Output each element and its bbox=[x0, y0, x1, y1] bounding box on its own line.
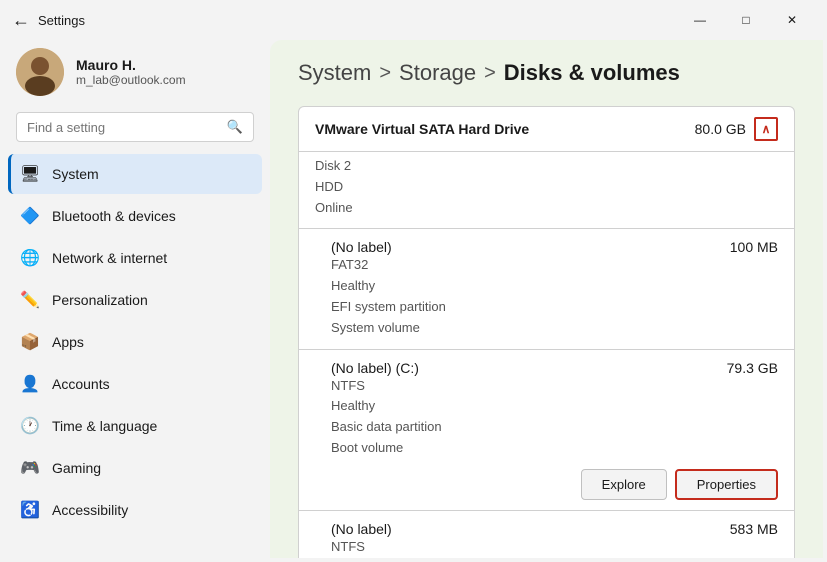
disk-header: VMware Virtual SATA Hard Drive 80.0 GB ∧ bbox=[298, 106, 795, 152]
sidebar-item-system[interactable]: 🖥 System bbox=[8, 154, 262, 194]
partition-2-header: (No label) (C:) 79.3 GB bbox=[331, 360, 778, 376]
partition-3-label: (No label) bbox=[331, 521, 392, 537]
minimize-button[interactable]: — bbox=[677, 4, 723, 36]
disk-size-row: 80.0 GB ∧ bbox=[695, 117, 778, 141]
partition-2-health: Healthy bbox=[331, 396, 778, 417]
partition-3-header: (No label) 583 MB bbox=[331, 521, 778, 537]
app-title: Settings bbox=[38, 13, 85, 28]
properties-button[interactable]: Properties bbox=[675, 469, 778, 500]
sidebar-label-time: Time & language bbox=[52, 418, 157, 434]
sidebar-label-bluetooth: Bluetooth & devices bbox=[52, 208, 176, 224]
personalization-icon: ✏️ bbox=[20, 290, 40, 310]
partition-2-label: (No label) (C:) bbox=[331, 360, 419, 376]
bluetooth-icon: 🔷 bbox=[20, 206, 40, 226]
accounts-icon: 👤 bbox=[20, 374, 40, 394]
gaming-icon: 🎮 bbox=[20, 458, 40, 478]
back-button[interactable]: ← bbox=[12, 10, 30, 31]
partition-1-size: 100 MB bbox=[730, 239, 778, 255]
sidebar-label-apps: Apps bbox=[52, 334, 84, 350]
sidebar-item-time[interactable]: 🕐 Time & language bbox=[8, 406, 262, 446]
disk-name: VMware Virtual SATA Hard Drive bbox=[315, 121, 529, 137]
partition-1-fs: FAT32 bbox=[331, 255, 778, 276]
sidebar-item-personalization[interactable]: ✏️ Personalization bbox=[8, 280, 262, 320]
sidebar-item-network[interactable]: 🌐 Network & internet bbox=[8, 238, 262, 278]
partition-2-size: 79.3 GB bbox=[727, 360, 778, 376]
network-icon: 🌐 bbox=[20, 248, 40, 268]
sidebar-item-accessibility[interactable]: ♿ Accessibility bbox=[8, 490, 262, 530]
time-icon: 🕐 bbox=[20, 416, 40, 436]
system-icon: 🖥 bbox=[20, 164, 40, 184]
breadcrumb-sep-2: > bbox=[484, 62, 496, 85]
sidebar-label-network: Network & internet bbox=[52, 250, 167, 266]
sidebar-item-bluetooth[interactable]: 🔷 Bluetooth & devices bbox=[8, 196, 262, 236]
main-panel: System > Storage > Disks & volumes VMwar… bbox=[270, 40, 823, 558]
sidebar-label-accessibility: Accessibility bbox=[52, 502, 128, 518]
app-body: Mauro H. m_lab@outlook.com 🔍 🖥 System 🔷 … bbox=[0, 36, 827, 562]
accessibility-icon: ♿ bbox=[20, 500, 40, 520]
breadcrumb-current: Disks & volumes bbox=[504, 60, 680, 86]
breadcrumb: System > Storage > Disks & volumes bbox=[298, 60, 795, 86]
avatar bbox=[16, 48, 64, 96]
partition-1: (No label) 100 MB FAT32 Healthy EFI syst… bbox=[298, 229, 795, 349]
sidebar-item-accounts[interactable]: 👤 Accounts bbox=[8, 364, 262, 404]
disk-size: 80.0 GB bbox=[695, 121, 746, 137]
sidebar-label-gaming: Gaming bbox=[52, 460, 101, 476]
partition-1-health: Healthy bbox=[331, 276, 778, 297]
breadcrumb-system[interactable]: System bbox=[298, 60, 371, 86]
partition-2: (No label) (C:) 79.3 GB NTFS Healthy Bas… bbox=[298, 350, 795, 511]
partition-3-fs: NTFS bbox=[331, 537, 778, 558]
partition-1-header: (No label) 100 MB bbox=[331, 239, 778, 255]
search-input[interactable] bbox=[27, 120, 219, 135]
disk-status: Online bbox=[315, 198, 778, 219]
explore-button[interactable]: Explore bbox=[581, 469, 667, 500]
sidebar: Mauro H. m_lab@outlook.com 🔍 🖥 System 🔷 … bbox=[0, 36, 270, 562]
title-bar: ← Settings — □ ✕ bbox=[0, 0, 827, 36]
close-button[interactable]: ✕ bbox=[769, 4, 815, 36]
user-profile: Mauro H. m_lab@outlook.com bbox=[8, 36, 262, 112]
disk-meta: Disk 2 HDD Online bbox=[298, 152, 795, 229]
disk-section: VMware Virtual SATA Hard Drive 80.0 GB ∧… bbox=[298, 106, 795, 558]
partition-3-size: 583 MB bbox=[730, 521, 778, 537]
disk-num: Disk 2 bbox=[315, 156, 778, 177]
maximize-button[interactable]: □ bbox=[723, 4, 769, 36]
sidebar-label-accounts: Accounts bbox=[52, 376, 110, 392]
breadcrumb-storage[interactable]: Storage bbox=[399, 60, 476, 86]
partition-3: (No label) 583 MB NTFS Healthy Microsoft… bbox=[298, 511, 795, 558]
partition-2-fs: NTFS bbox=[331, 376, 778, 397]
collapse-button[interactable]: ∧ bbox=[754, 117, 778, 141]
partition-1-label: (No label) bbox=[331, 239, 392, 255]
search-icon: 🔍 bbox=[227, 119, 243, 135]
sidebar-item-apps[interactable]: 📦 Apps bbox=[8, 322, 262, 362]
sidebar-label-personalization: Personalization bbox=[52, 292, 148, 308]
search-box[interactable]: 🔍 bbox=[16, 112, 254, 142]
partition-2-type: Basic data partition bbox=[331, 417, 778, 438]
user-name: Mauro H. bbox=[76, 57, 186, 73]
user-email: m_lab@outlook.com bbox=[76, 73, 186, 87]
sidebar-item-gaming[interactable]: 🎮 Gaming bbox=[8, 448, 262, 488]
apps-icon: 📦 bbox=[20, 332, 40, 352]
partition-2-volume: Boot volume bbox=[331, 438, 778, 459]
partition-1-type: EFI system partition bbox=[331, 297, 778, 318]
sidebar-label-system: System bbox=[52, 166, 99, 182]
nav-list: 🖥 System 🔷 Bluetooth & devices 🌐 Network… bbox=[8, 154, 262, 532]
window-controls: — □ ✕ bbox=[677, 4, 815, 36]
disk-type: HDD bbox=[315, 177, 778, 198]
user-info: Mauro H. m_lab@outlook.com bbox=[76, 57, 186, 87]
breadcrumb-sep-1: > bbox=[379, 62, 391, 85]
partition-2-actions: Explore Properties bbox=[331, 469, 778, 500]
partition-1-volume: System volume bbox=[331, 318, 778, 339]
title-bar-left: ← Settings bbox=[12, 10, 85, 31]
